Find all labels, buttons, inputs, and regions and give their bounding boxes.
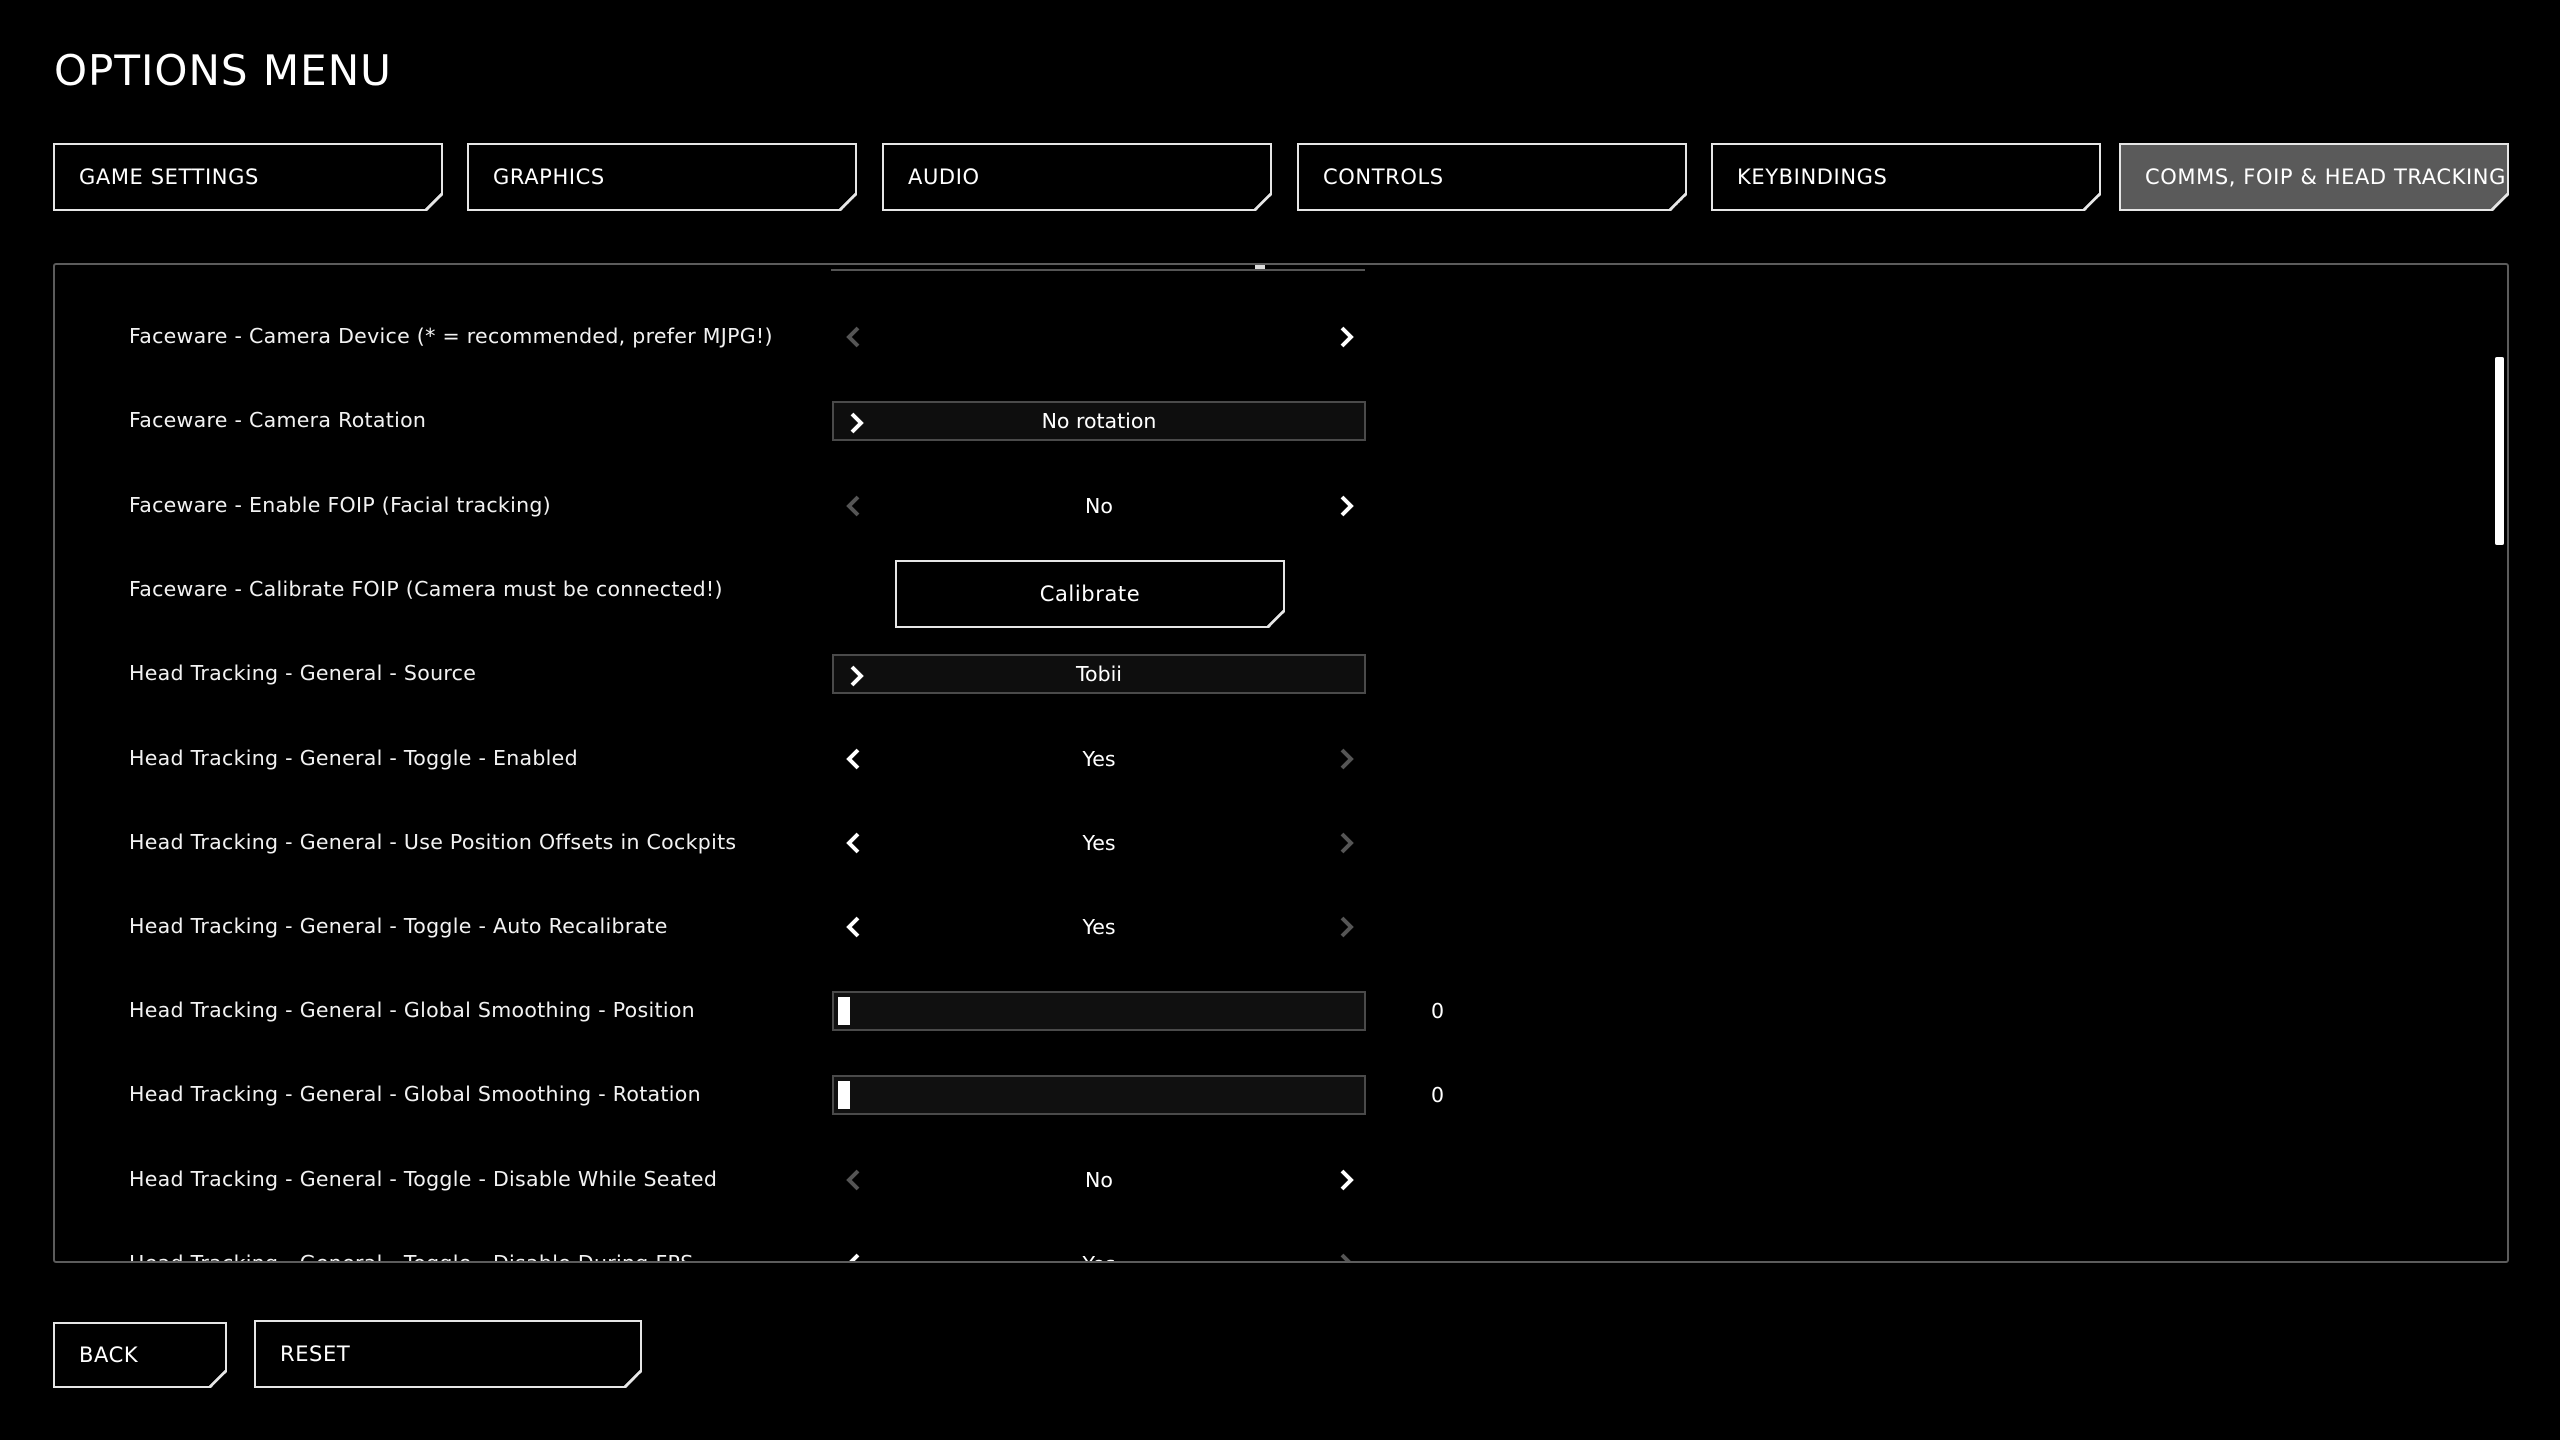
chevron-right-icon[interactable] xyxy=(1326,1244,1366,1261)
setting-row-disable-during-fps: Head Tracking - General - Toggle - Disab… xyxy=(55,1228,2507,1263)
tab-game-settings[interactable]: GAME SETTINGS xyxy=(53,143,443,211)
chevron-right-icon[interactable] xyxy=(1326,823,1366,863)
setting-value: Yes xyxy=(832,1244,1366,1261)
setting-label: Head Tracking - General - Toggle - Auto … xyxy=(129,914,668,938)
chevron-right-icon[interactable] xyxy=(1326,486,1366,526)
setting-row-head-tracking-source: Head Tracking - General - Source Tobii xyxy=(55,638,2507,708)
setting-row-calibrate-foip: Faceware - Calibrate FOIP (Camera must b… xyxy=(55,554,2507,624)
setting-value: Tobii xyxy=(1076,662,1122,686)
setting-label: Faceware - Calibrate FOIP (Camera must b… xyxy=(129,577,723,601)
setting-row-camera-device: Faceware - Camera Device (* = recommende… xyxy=(55,301,2507,371)
tab-comms-foip-head-tracking[interactable]: COMMS, FOIP & HEAD TRACKING xyxy=(2119,143,2509,211)
setting-label: Head Tracking - General - Global Smoothi… xyxy=(129,998,695,1022)
camera-device-selector[interactable] xyxy=(832,317,1366,357)
setting-label: Head Tracking - General - Use Position O… xyxy=(129,830,737,854)
tab-label: GRAPHICS xyxy=(493,165,605,189)
tab-controls[interactable]: CONTROLS xyxy=(1297,143,1687,211)
reset-label: RESET xyxy=(280,1342,351,1366)
position-offsets-selector[interactable]: Yes xyxy=(832,823,1366,863)
setting-value: No xyxy=(1085,494,1113,518)
clipped-previous-control xyxy=(831,265,1365,271)
tab-label: GAME SETTINGS xyxy=(79,165,259,189)
chevron-right-icon[interactable] xyxy=(1326,1160,1366,1200)
setting-row-position-offsets: Head Tracking - General - Use Position O… xyxy=(55,807,2507,877)
tab-label: CONTROLS xyxy=(1323,165,1444,189)
chevron-right-icon[interactable] xyxy=(1326,739,1366,779)
setting-value: No xyxy=(1085,1168,1113,1192)
tab-label: AUDIO xyxy=(908,165,980,189)
setting-value xyxy=(832,317,1366,357)
enable-foip-selector[interactable]: No xyxy=(832,486,1366,526)
setting-row-auto-recalibrate: Head Tracking - General - Toggle - Auto … xyxy=(55,891,2507,961)
tab-label: COMMS, FOIP & HEAD TRACKING xyxy=(2145,165,2506,189)
setting-value: Yes xyxy=(1082,831,1116,855)
setting-row-smoothing-position: Head Tracking - General - Global Smoothi… xyxy=(55,975,2507,1045)
setting-label: Head Tracking - General - Source xyxy=(129,661,477,685)
calibrate-button[interactable]: Calibrate xyxy=(895,560,1285,628)
setting-row-enable-foip: Faceware - Enable FOIP (Facial tracking)… xyxy=(55,470,2507,540)
slider-value: 0 xyxy=(1431,1083,1445,1107)
setting-label: Head Tracking - General - Global Smoothi… xyxy=(129,1082,701,1106)
chevron-right-icon[interactable] xyxy=(1326,317,1366,357)
setting-label: Faceware - Camera Device (* = recommende… xyxy=(129,324,773,348)
setting-row-disable-while-seated: Head Tracking - General - Toggle - Disab… xyxy=(55,1144,2507,1214)
toggle-enabled-selector[interactable]: Yes xyxy=(832,739,1366,779)
camera-rotation-dropdown[interactable]: No rotation xyxy=(832,401,1366,441)
slider-thumb[interactable] xyxy=(838,1081,850,1109)
tab-audio[interactable]: AUDIO xyxy=(882,143,1272,211)
calibrate-label: Calibrate xyxy=(1039,582,1141,606)
auto-recalibrate-selector[interactable]: Yes xyxy=(832,907,1366,947)
back-button[interactable]: BACK xyxy=(53,1322,227,1388)
smoothing-rotation-slider[interactable] xyxy=(832,1075,1366,1115)
disable-during-fps-selector[interactable]: Yes xyxy=(832,1244,1366,1261)
tab-keybindings[interactable]: KEYBINDINGS xyxy=(1711,143,2101,211)
tab-label: KEYBINDINGS xyxy=(1737,165,1888,189)
setting-row-camera-rotation: Faceware - Camera Rotation No rotation xyxy=(55,385,2507,455)
chevron-right-icon[interactable] xyxy=(1326,907,1366,947)
reset-button[interactable]: RESET xyxy=(254,1320,642,1388)
head-tracking-source-dropdown[interactable]: Tobii xyxy=(832,654,1366,694)
setting-label: Faceware - Enable FOIP (Facial tracking) xyxy=(129,493,551,517)
setting-label: Head Tracking - General - Toggle - Disab… xyxy=(129,1167,718,1191)
disable-while-seated-selector[interactable]: No xyxy=(832,1160,1366,1200)
tab-graphics[interactable]: GRAPHICS xyxy=(467,143,857,211)
setting-row-toggle-enabled: Head Tracking - General - Toggle - Enabl… xyxy=(55,723,2507,793)
settings-panel: Faceware - Camera Device (* = recommende… xyxy=(53,263,2509,1263)
slider-thumb[interactable] xyxy=(838,997,850,1025)
setting-value: No rotation xyxy=(1041,409,1157,433)
setting-value: Yes xyxy=(1082,747,1116,771)
smoothing-position-slider[interactable] xyxy=(832,991,1366,1031)
setting-row-smoothing-rotation: Head Tracking - General - Global Smoothi… xyxy=(55,1059,2507,1129)
slider-value: 0 xyxy=(1431,999,1445,1023)
page-title: OPTIONS MENU xyxy=(54,46,392,95)
setting-label: Head Tracking - General - Toggle - Disab… xyxy=(129,1251,694,1263)
setting-label: Faceware - Camera Rotation xyxy=(129,408,427,432)
setting-value: Yes xyxy=(1082,915,1116,939)
back-label: BACK xyxy=(79,1343,139,1367)
setting-label: Head Tracking - General - Toggle - Enabl… xyxy=(129,746,578,770)
